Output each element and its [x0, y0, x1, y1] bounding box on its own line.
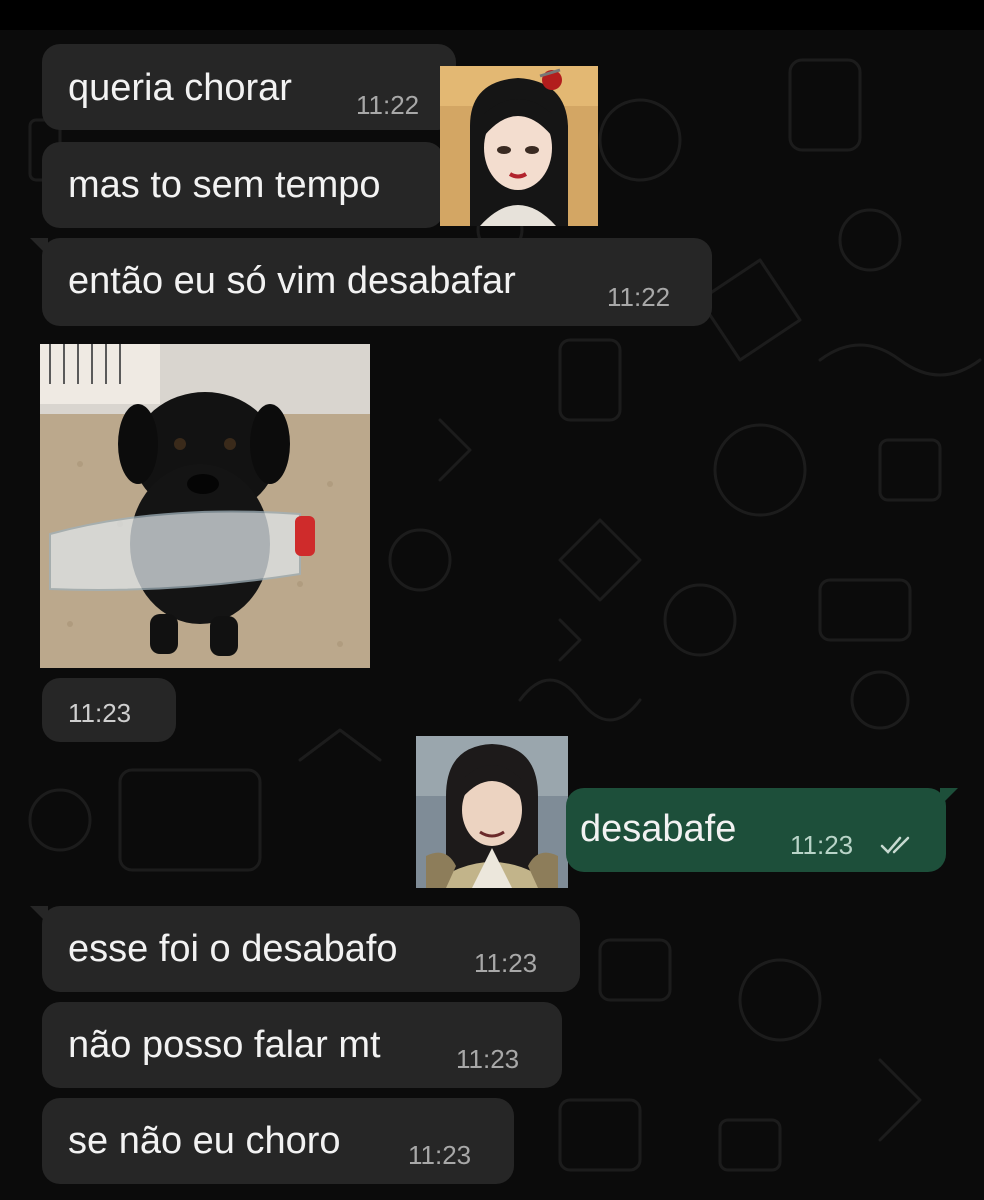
- message-text: não posso falar mt: [68, 1024, 381, 1066]
- message-text: então eu só vim desabafar: [68, 260, 516, 302]
- photo-puppy-with-bottle[interactable]: [40, 344, 370, 668]
- incoming-message[interactable]: esse foi o desabafo 11:23: [42, 906, 580, 992]
- double-check-icon: [880, 836, 910, 854]
- sticker-anime-woman[interactable]: [440, 66, 598, 226]
- sticker-anime-man[interactable]: [416, 736, 568, 888]
- incoming-message[interactable]: então eu só vim desabafar 11:22: [42, 238, 712, 326]
- incoming-message[interactable]: se não eu choro 11:23: [42, 1098, 514, 1184]
- message-timestamp: 11:23: [68, 698, 132, 728]
- outgoing-message[interactable]: desabafe 11:23: [566, 788, 946, 872]
- message-timestamp: 11:23: [456, 1044, 520, 1074]
- bubble-tail: [30, 238, 48, 256]
- message-text: mas to sem tempo: [68, 164, 381, 206]
- incoming-message[interactable]: mas to sem tempo: [42, 142, 444, 228]
- message-timestamp: 11:23: [408, 1140, 472, 1170]
- message-timestamp: 11:23: [790, 830, 854, 860]
- bubble-tail: [30, 906, 48, 924]
- chat-window: queria chorar 11:22 mas to sem tempo ent…: [0, 0, 984, 1200]
- message-timestamp: 11:22: [607, 282, 671, 312]
- photo-timestamp-bubble: 11:23: [42, 678, 176, 742]
- message-text: se não eu choro: [68, 1120, 341, 1162]
- message-text: desabafe: [580, 808, 737, 850]
- incoming-message[interactable]: queria chorar 11:22: [42, 44, 456, 130]
- message-timestamp: 11:23: [474, 948, 538, 978]
- message-text: queria chorar: [68, 67, 292, 109]
- message-text: esse foi o desabafo: [68, 928, 398, 970]
- bubble-tail: [940, 788, 958, 806]
- incoming-message[interactable]: não posso falar mt 11:23: [42, 1002, 562, 1088]
- message-timestamp: 11:22: [356, 90, 420, 120]
